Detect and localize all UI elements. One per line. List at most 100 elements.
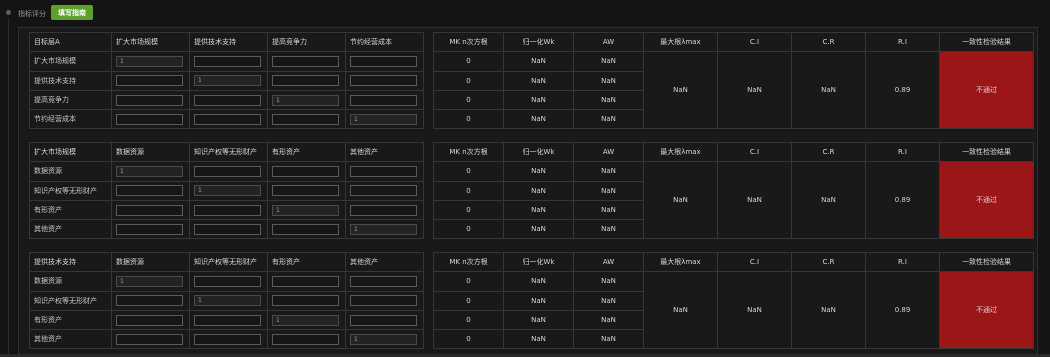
score-input[interactable] <box>272 204 339 216</box>
result-column-header: C.R <box>791 251 866 273</box>
aw-value: NaN <box>573 329 644 350</box>
ri-value: 0.89 <box>865 161 940 240</box>
lambda-max-value: NaN <box>643 271 718 350</box>
score-input[interactable] <box>116 94 183 106</box>
score-input[interactable] <box>116 204 183 216</box>
score-input[interactable] <box>350 204 417 216</box>
score-input[interactable] <box>272 75 339 87</box>
comparison-block: 扩大市场规模数据资源知识产权等无形财产有形资产其他资产数据资源知识产权等无形财产… <box>29 141 1034 240</box>
mk-value: 0 <box>433 219 504 240</box>
score-input[interactable] <box>194 204 261 216</box>
score-input[interactable] <box>350 295 417 307</box>
mk-value: 0 <box>433 180 504 201</box>
section-title: 指标评分 <box>18 10 46 18</box>
matrix-cell <box>345 161 424 182</box>
score-input[interactable] <box>350 223 417 235</box>
score-input[interactable] <box>272 113 339 125</box>
result-row: 0 NaN NaN NaN NaN NaN 0.89 不通过 <box>433 51 1034 130</box>
score-input[interactable] <box>350 165 417 177</box>
score-input[interactable] <box>272 185 339 197</box>
matrix-cell <box>345 309 424 331</box>
score-input[interactable] <box>350 75 417 87</box>
score-input[interactable] <box>116 113 183 125</box>
matrix-column-header: 提高竞争力 <box>267 31 346 53</box>
score-input[interactable] <box>350 113 417 125</box>
matrix-header-row: 提供技术支持 数据资源 知识产权等无形财产 有形资产 其他资产 <box>29 251 424 273</box>
score-input[interactable] <box>350 94 417 106</box>
matrix-cell <box>111 89 190 111</box>
aw-value: NaN <box>573 199 644 221</box>
score-input[interactable] <box>116 55 183 67</box>
score-input[interactable] <box>194 55 261 67</box>
aw-value: NaN <box>573 51 644 72</box>
aw-value: NaN <box>573 271 644 292</box>
score-input[interactable] <box>194 223 261 235</box>
score-input[interactable] <box>116 275 183 287</box>
result-column-header: R.I <box>865 31 940 53</box>
score-input[interactable] <box>272 314 339 326</box>
score-input[interactable] <box>350 185 417 197</box>
matrix-cell <box>111 271 190 292</box>
score-input[interactable] <box>116 185 183 197</box>
score-input[interactable] <box>194 314 261 326</box>
score-input[interactable] <box>350 275 417 287</box>
result-row: 0 NaN NaN NaN NaN NaN 0.89 不通过 <box>433 161 1034 240</box>
score-input[interactable] <box>194 165 261 177</box>
matrix-cell <box>267 329 346 350</box>
score-input[interactable] <box>272 275 339 287</box>
matrix-row: 扩大市场规模 <box>29 51 424 72</box>
score-input[interactable] <box>194 295 261 307</box>
matrix-cell <box>111 219 190 240</box>
score-input[interactable] <box>116 223 183 235</box>
score-input[interactable] <box>194 94 261 106</box>
score-input[interactable] <box>272 223 339 235</box>
result-column-header: 最大根λmax <box>643 251 718 273</box>
matrix-column-header: 知识产权等无形财产 <box>189 251 268 273</box>
score-input[interactable] <box>272 55 339 67</box>
score-input[interactable] <box>194 75 261 87</box>
normalized-wk-value: NaN <box>503 70 574 91</box>
matrix-cell <box>189 219 268 240</box>
matrix-header-row: 目标层A 扩大市场规模 提供技术支持 提高竞争力 节约经营成本 <box>29 31 424 53</box>
matrix-row-label: 数据资源 <box>29 161 112 182</box>
matrix-row: 知识产权等无形财产 <box>29 180 424 201</box>
score-input[interactable] <box>194 275 261 287</box>
consistency-table: MK n次方根 归一化Wk AW 最大根λmax C.I C.R R.I 一致性检验结果 0 Na… <box>433 141 1034 240</box>
score-input[interactable] <box>116 295 183 307</box>
score-input[interactable] <box>272 165 339 177</box>
normalized-wk-value: NaN <box>503 199 574 221</box>
mk-value: 0 <box>433 51 504 72</box>
score-input[interactable] <box>350 55 417 67</box>
matrix-cell <box>189 329 268 350</box>
result-column-header: AW <box>573 251 644 273</box>
result-column-header: C.R <box>791 141 866 163</box>
matrix-column-header: 知识产权等无形财产 <box>189 141 268 163</box>
matrix-row-label: 有形资产 <box>29 199 112 221</box>
score-input[interactable] <box>272 333 339 345</box>
result-column-header: MK n次方根 <box>433 141 504 163</box>
score-input[interactable] <box>272 295 339 307</box>
score-input[interactable] <box>194 185 261 197</box>
score-input[interactable] <box>116 314 183 326</box>
score-input[interactable] <box>116 75 183 87</box>
score-input[interactable] <box>350 314 417 326</box>
matrix-cell <box>189 271 268 292</box>
matrix-column-header: 其他资产 <box>345 251 424 273</box>
matrix-cell <box>345 89 424 111</box>
score-input[interactable] <box>194 113 261 125</box>
matrix-cell <box>111 51 190 72</box>
aw-value: NaN <box>573 109 644 130</box>
matrix-row-label: 扩大市场规模 <box>29 51 112 72</box>
aw-value: NaN <box>573 309 644 331</box>
fill-guide-button[interactable]: 填写指南 <box>51 5 93 20</box>
matrix-cell <box>111 70 190 91</box>
consistency-table: MK n次方根 归一化Wk AW 最大根λmax C.I C.R R.I 一致性检验结果 0 Na… <box>433 31 1034 130</box>
score-input[interactable] <box>116 333 183 345</box>
score-input[interactable] <box>194 333 261 345</box>
result-column-header: 一致性检验结果 <box>939 31 1034 53</box>
score-input[interactable] <box>116 165 183 177</box>
score-input[interactable] <box>350 333 417 345</box>
result-row: 0 NaN NaN NaN NaN NaN 0.89 不通过 <box>433 271 1034 350</box>
mk-value: 0 <box>433 290 504 311</box>
score-input[interactable] <box>272 94 339 106</box>
